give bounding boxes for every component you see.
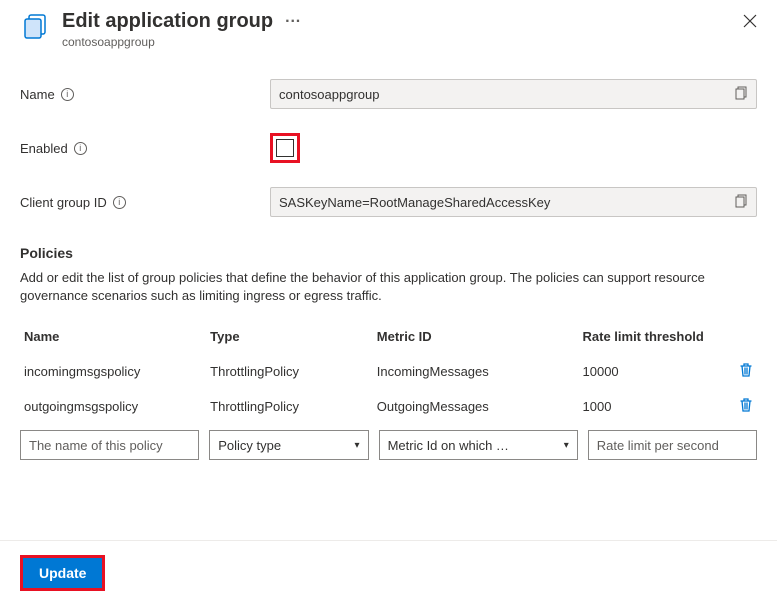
column-header-name: Name	[24, 329, 200, 344]
column-header-type: Type	[210, 329, 367, 344]
delete-icon[interactable]	[730, 362, 753, 381]
chevron-down-icon: ▾	[564, 440, 569, 451]
name-field: contosoappgroup	[270, 79, 757, 109]
enabled-checkbox-highlight	[270, 133, 300, 163]
new-policy-row: Policy type ▾ Metric Id on which … ▾	[20, 430, 757, 460]
policy-metric: OutgoingMessages	[377, 399, 573, 414]
table-row: incomingmsgspolicy ThrottlingPolicy Inco…	[20, 354, 757, 389]
name-label: Name	[20, 87, 55, 102]
new-policy-rate-input[interactable]	[588, 430, 757, 460]
chevron-down-icon: ▾	[355, 440, 360, 451]
new-policy-name-input[interactable]	[20, 430, 199, 460]
policies-table: Name Type Metric ID Rate limit threshold…	[20, 323, 757, 460]
column-header-metric: Metric ID	[377, 329, 573, 344]
table-row: outgoingmsgspolicy ThrottlingPolicy Outg…	[20, 389, 757, 424]
more-actions-button[interactable]: ···	[285, 13, 301, 31]
enabled-checkbox[interactable]	[276, 139, 294, 157]
copy-icon[interactable]	[734, 86, 748, 103]
info-icon[interactable]: i	[61, 88, 74, 101]
policy-type: ThrottlingPolicy	[210, 364, 367, 379]
new-policy-metric-placeholder: Metric Id on which …	[388, 438, 509, 453]
close-button[interactable]	[743, 14, 757, 31]
client-group-id-value: SASKeyName=RootManageSharedAccessKey	[279, 195, 550, 210]
policy-rate: 1000	[583, 399, 720, 414]
update-button-highlight: Update	[20, 555, 105, 591]
policies-description: Add or edit the list of group policies t…	[20, 269, 740, 305]
policies-heading: Policies	[20, 245, 757, 261]
policy-name: incomingmsgspolicy	[24, 364, 200, 379]
enabled-label: Enabled	[20, 141, 68, 156]
copy-icon[interactable]	[734, 194, 748, 211]
new-policy-type-select[interactable]: Policy type ▾	[209, 430, 368, 460]
name-value: contosoappgroup	[279, 87, 379, 102]
update-button[interactable]: Update	[23, 558, 102, 588]
page-title: Edit application group	[62, 10, 273, 33]
client-group-id-field: SASKeyName=RootManageSharedAccessKey	[270, 187, 757, 217]
page-subtitle: contosoappgroup	[62, 35, 757, 49]
client-group-id-label: Client group ID	[20, 195, 107, 210]
info-icon[interactable]: i	[113, 196, 126, 209]
policy-metric: IncomingMessages	[377, 364, 573, 379]
delete-icon[interactable]	[730, 397, 753, 416]
new-policy-type-placeholder: Policy type	[218, 438, 281, 453]
column-header-rate: Rate limit threshold	[583, 329, 720, 344]
policy-rate: 10000	[583, 364, 720, 379]
policy-name: outgoingmsgspolicy	[24, 399, 200, 414]
new-policy-metric-select[interactable]: Metric Id on which … ▾	[379, 430, 578, 460]
app-group-icon	[20, 10, 52, 42]
info-icon[interactable]: i	[74, 142, 87, 155]
policy-type: ThrottlingPolicy	[210, 399, 367, 414]
